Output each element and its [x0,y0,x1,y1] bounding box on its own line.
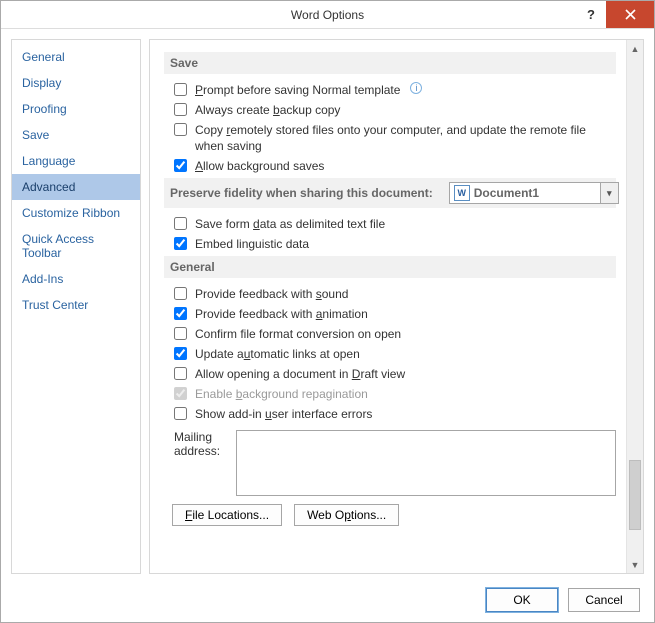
save-label-2: Copy remotely stored files onto your com… [195,122,616,154]
general-button-row: File Locations... Web Options... [172,504,616,526]
content-panel: Save Prompt before saving Normal templat… [150,40,626,573]
general-label-2: Confirm file format conversion on open [195,326,401,342]
section-head-general: General [164,256,616,278]
preserve-label-1: Embed linguistic data [195,236,309,252]
general-checkbox-1[interactable] [174,307,187,320]
save-checkbox-1[interactable] [174,103,187,116]
sidebar-item-advanced[interactable]: Advanced [12,174,140,200]
mailing-address-row: Mailing address: [174,430,616,496]
mailing-address-label: Mailing address: [174,430,228,458]
save-label-1: Always create backup copy [195,102,340,118]
sidebar-item-quick-access-toolbar[interactable]: Quick Access Toolbar [12,226,140,266]
window-title: Word Options [1,8,654,22]
chevron-down-icon[interactable]: ▾ [600,183,618,203]
section-head-general-label: General [170,260,215,274]
save-option-row: Prompt before saving Normal template i [174,82,616,98]
scrollbar[interactable]: ▲ ▼ [626,40,643,573]
scroll-down-icon[interactable]: ▼ [627,556,643,573]
save-checkbox-0[interactable] [174,83,187,96]
scroll-thumb[interactable] [629,460,641,530]
general-label-5: Enable background repagination [195,386,368,402]
category-sidebar: GeneralDisplayProofingSaveLanguageAdvanc… [11,39,141,574]
section-head-save: Save [164,52,616,74]
document-select[interactable]: W Document1 ▾ [449,182,619,204]
section-head-preserve-label: Preserve fidelity when sharing this docu… [170,186,433,200]
general-checkbox-0[interactable] [174,287,187,300]
sidebar-item-display[interactable]: Display [12,70,140,96]
save-option-row: Always create backup copy [174,102,616,118]
general-option-row: Update automatic links at open [174,346,616,362]
save-option-row: Allow background saves [174,158,616,174]
titlebar: Word Options ? [1,1,654,29]
general-option-row: Allow opening a document in Draft view [174,366,616,382]
dialog-body: GeneralDisplayProofingSaveLanguageAdvanc… [1,29,654,580]
preserve-option-row: Embed linguistic data [174,236,616,252]
close-button[interactable] [606,1,654,28]
preserve-checkbox-0[interactable] [174,217,187,230]
word-doc-icon: W [454,185,470,201]
info-icon[interactable]: i [410,82,422,94]
mailing-address-input[interactable] [236,430,616,496]
preserve-checkbox-1[interactable] [174,237,187,250]
sidebar-item-trust-center[interactable]: Trust Center [12,292,140,318]
save-checkbox-2[interactable] [174,123,187,136]
general-checkbox-3[interactable] [174,347,187,360]
sidebar-item-add-ins[interactable]: Add-Ins [12,266,140,292]
general-option-row: Provide feedback with animation [174,306,616,322]
general-checkbox-4[interactable] [174,367,187,380]
web-options-button[interactable]: Web Options... [294,504,399,526]
window-controls: ? [576,1,654,28]
sidebar-item-general[interactable]: General [12,44,140,70]
general-checkbox-6[interactable] [174,407,187,420]
section-head-preserve: Preserve fidelity when sharing this docu… [164,178,616,208]
preserve-option-row: Save form data as delimited text file [174,216,616,232]
general-option-row: Show add-in user interface errors [174,406,616,422]
general-label-0: Provide feedback with sound [195,286,348,302]
sidebar-item-proofing[interactable]: Proofing [12,96,140,122]
sidebar-item-customize-ribbon[interactable]: Customize Ribbon [12,200,140,226]
sidebar-item-save[interactable]: Save [12,122,140,148]
cancel-button[interactable]: Cancel [568,588,640,612]
dialog-footer: OK Cancel [1,580,654,622]
general-label-4: Allow opening a document in Draft view [195,366,405,382]
save-label-3: Allow background saves [195,158,324,174]
general-checkbox-2[interactable] [174,327,187,340]
save-label-0: Prompt before saving Normal template [195,82,400,98]
content-wrap: Save Prompt before saving Normal templat… [149,39,644,574]
general-label-6: Show add-in user interface errors [195,406,372,422]
general-option-row: Provide feedback with sound [174,286,616,302]
general-option-row: Confirm file format conversion on open [174,326,616,342]
document-select-label: Document1 [474,186,600,200]
ok-button[interactable]: OK [486,588,558,612]
save-checkbox-3[interactable] [174,159,187,172]
help-button[interactable]: ? [576,1,606,28]
section-head-save-label: Save [170,56,198,70]
general-option-row: Enable background repagination [174,386,616,402]
scroll-up-icon[interactable]: ▲ [627,40,643,57]
save-option-row: Copy remotely stored files onto your com… [174,122,616,154]
sidebar-item-language[interactable]: Language [12,148,140,174]
general-checkbox-5 [174,387,187,400]
file-locations-button[interactable]: File Locations... [172,504,282,526]
close-icon [625,9,636,20]
general-label-3: Update automatic links at open [195,346,360,362]
preserve-label-0: Save form data as delimited text file [195,216,385,232]
general-label-1: Provide feedback with animation [195,306,368,322]
